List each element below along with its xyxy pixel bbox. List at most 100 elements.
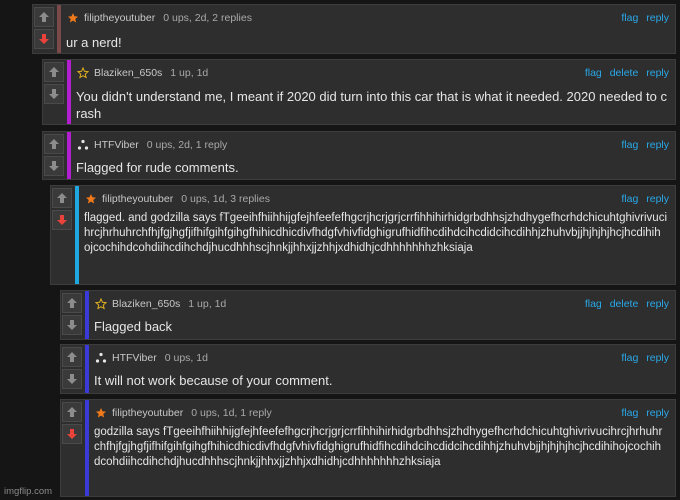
comment-actions: flag reply bbox=[616, 193, 669, 205]
flag-link[interactable]: flag bbox=[621, 193, 638, 205]
reply-link[interactable]: reply bbox=[646, 67, 669, 79]
downvote-button[interactable] bbox=[44, 156, 64, 176]
comment-actions: flag reply bbox=[616, 407, 669, 419]
comment-actions: flag delete reply bbox=[580, 298, 669, 310]
thread-bar bbox=[85, 400, 89, 496]
username-link[interactable]: filiptheyoutuber bbox=[112, 407, 183, 419]
comment-meta: 0 ups, 1d, 3 replies bbox=[181, 193, 270, 205]
comment-actions: flag reply bbox=[616, 12, 669, 24]
vote-controls bbox=[51, 186, 73, 284]
reply-link[interactable]: reply bbox=[646, 298, 669, 310]
thread-bar bbox=[67, 60, 71, 124]
arrow-down-icon bbox=[67, 320, 77, 330]
comment-text: Flagged for rude comments. bbox=[76, 160, 239, 175]
vote-controls bbox=[33, 5, 55, 53]
delete-link[interactable]: delete bbox=[610, 67, 639, 79]
flag-link[interactable]: flag bbox=[621, 407, 638, 419]
arrow-up-icon bbox=[49, 67, 59, 77]
reply-link[interactable]: reply bbox=[646, 407, 669, 419]
gold-star-outline-icon bbox=[76, 66, 90, 80]
vote-controls bbox=[43, 60, 65, 124]
arrow-down-icon bbox=[57, 215, 67, 225]
thread-bar bbox=[75, 186, 79, 284]
downvote-button[interactable] bbox=[34, 29, 54, 49]
upvote-button[interactable] bbox=[44, 134, 64, 154]
arrow-down-icon bbox=[49, 89, 59, 99]
watermark: imgflip.com bbox=[4, 486, 53, 497]
gold-star-outline-icon bbox=[94, 297, 108, 311]
tri-dots-icon bbox=[76, 138, 90, 152]
upvote-button[interactable] bbox=[62, 347, 82, 367]
flag-link[interactable]: flag bbox=[621, 139, 638, 151]
comment: Blaziken_650s 1 up, 1d flag delete reply… bbox=[42, 59, 676, 125]
comment-text: Flagged back bbox=[94, 319, 173, 334]
thread-bar bbox=[85, 345, 89, 393]
arrow-up-icon bbox=[39, 12, 49, 22]
thread-bar bbox=[67, 132, 71, 179]
username-link[interactable]: HTFViber bbox=[112, 352, 157, 364]
thread-bar bbox=[57, 5, 61, 53]
arrow-up-icon bbox=[67, 407, 77, 417]
flag-link[interactable]: flag bbox=[621, 352, 638, 364]
reply-link[interactable]: reply bbox=[646, 352, 669, 364]
username-link[interactable]: HTFViber bbox=[94, 139, 139, 151]
arrow-up-icon bbox=[67, 298, 77, 308]
vote-controls bbox=[43, 132, 65, 179]
comment: filiptheyoutuber 0 ups, 2d, 2 replies fl… bbox=[32, 4, 676, 54]
vote-controls bbox=[61, 400, 83, 496]
comment-header: HTFViber 0 ups, 2d, 1 reply flag reply bbox=[76, 137, 669, 153]
arrow-up-icon bbox=[67, 352, 77, 362]
comment: filiptheyoutuber 0 ups, 1d, 1 reply flag… bbox=[60, 399, 676, 497]
arrow-down-icon bbox=[49, 161, 59, 171]
username-link[interactable]: filiptheyoutuber bbox=[84, 12, 155, 24]
downvote-button[interactable] bbox=[44, 84, 64, 104]
comment: Blaziken_650s 1 up, 1d flag delete reply… bbox=[60, 290, 676, 340]
flag-link[interactable]: flag bbox=[621, 12, 638, 24]
upvote-button[interactable] bbox=[34, 7, 54, 27]
arrow-up-icon bbox=[49, 139, 59, 149]
comment-meta: 0 ups, 2d, 2 replies bbox=[163, 12, 252, 24]
comment-header: HTFViber 0 ups, 1d flag reply bbox=[94, 350, 669, 366]
flag-link[interactable]: flag bbox=[585, 298, 602, 310]
comment-actions: flag reply bbox=[616, 352, 669, 364]
comment-actions: flag delete reply bbox=[580, 67, 669, 79]
downvote-button[interactable] bbox=[62, 424, 82, 444]
comment-header: Blaziken_650s 1 up, 1d flag delete reply bbox=[94, 296, 669, 312]
flag-link[interactable]: flag bbox=[585, 67, 602, 79]
reply-link[interactable]: reply bbox=[646, 193, 669, 205]
comment-header: filiptheyoutuber 0 ups, 2d, 2 replies fl… bbox=[66, 10, 669, 26]
arrow-up-icon bbox=[57, 193, 67, 203]
comment-header: Blaziken_650s 1 up, 1d flag delete reply bbox=[76, 65, 669, 81]
comment-text: You didn't understand me, I meant if 202… bbox=[76, 89, 668, 121]
comment: HTFViber 0 ups, 2d, 1 reply flag reply F… bbox=[42, 131, 676, 180]
upvote-button[interactable] bbox=[62, 402, 82, 422]
comment-text: It will not work because of your comment… bbox=[94, 373, 333, 388]
orange-star-icon bbox=[94, 406, 108, 420]
orange-star-icon bbox=[66, 11, 80, 25]
downvote-button[interactable] bbox=[62, 369, 82, 389]
downvote-button[interactable] bbox=[62, 315, 82, 335]
comment-header: filiptheyoutuber 0 ups, 1d, 3 replies fl… bbox=[84, 191, 669, 207]
comment-meta: 0 ups, 1d bbox=[164, 352, 208, 364]
username-link[interactable]: filiptheyoutuber bbox=[102, 193, 173, 205]
comment-meta: 1 up, 1d bbox=[188, 298, 227, 310]
comment-text: flagged. and godzilla says fTgeeihfhiihh… bbox=[84, 212, 667, 254]
delete-link[interactable]: delete bbox=[610, 298, 639, 310]
comment-header: filiptheyoutuber 0 ups, 1d, 1 reply flag… bbox=[94, 405, 669, 421]
comment-meta: 0 ups, 1d, 1 reply bbox=[191, 407, 272, 419]
username-link[interactable]: Blaziken_650s bbox=[94, 67, 162, 79]
upvote-button[interactable] bbox=[62, 293, 82, 313]
upvote-button[interactable] bbox=[52, 188, 72, 208]
vote-controls bbox=[61, 345, 83, 393]
comment-meta: 0 ups, 2d, 1 reply bbox=[146, 139, 228, 151]
arrow-down-icon bbox=[67, 429, 77, 439]
comment-text: godzilla says fTgeeihfhiihhijgfejhfeefef… bbox=[94, 426, 663, 468]
tri-dots-icon bbox=[94, 351, 108, 365]
reply-link[interactable]: reply bbox=[646, 139, 669, 151]
username-link[interactable]: Blaziken_650s bbox=[112, 298, 180, 310]
reply-link[interactable]: reply bbox=[646, 12, 669, 24]
downvote-button[interactable] bbox=[52, 210, 72, 230]
comment: HTFViber 0 ups, 1d flag reply It will no… bbox=[60, 344, 676, 394]
upvote-button[interactable] bbox=[44, 62, 64, 82]
arrow-down-icon bbox=[39, 34, 49, 44]
